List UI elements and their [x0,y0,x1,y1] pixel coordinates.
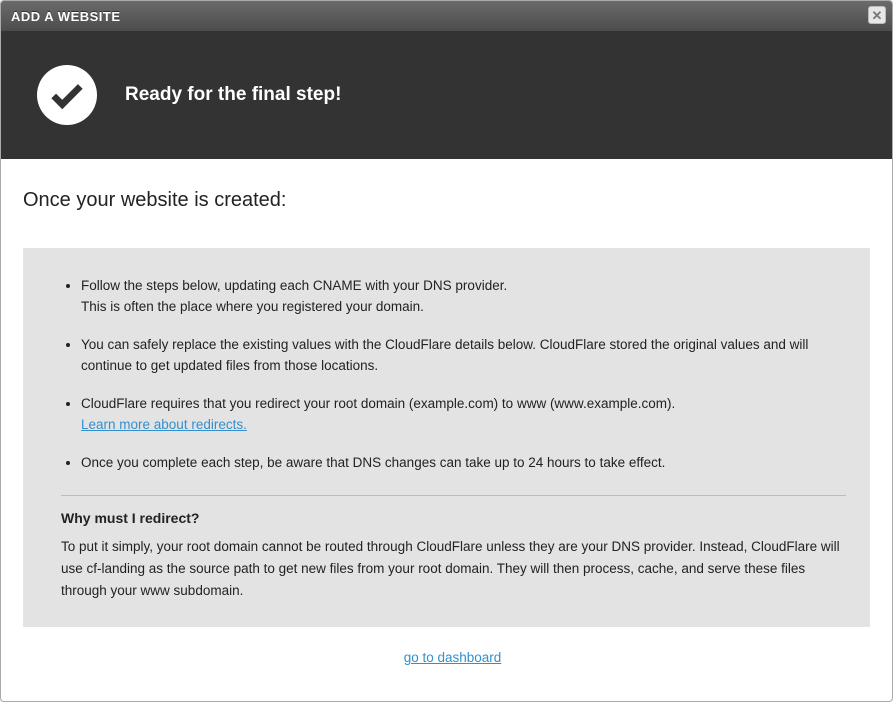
close-icon: ✕ [872,9,883,22]
list-item: Follow the steps below, updating each CN… [81,276,846,318]
hero-banner: Ready for the final step! [1,31,892,159]
instructions-box: Follow the steps below, updating each CN… [23,248,870,627]
instruction-text: You can safely replace the existing valu… [81,337,808,373]
instruction-text: CloudFlare requires that you redirect yo… [81,396,675,411]
list-item: You can safely replace the existing valu… [81,335,846,377]
list-item: CloudFlare requires that you redirect yo… [81,394,846,436]
page-heading: Once your website is created: [23,189,882,212]
go-to-dashboard-link[interactable]: go to dashboard [404,650,502,665]
content-area: Once your website is created: Follow the… [1,159,892,667]
footer: go to dashboard [23,627,882,667]
instructions-list: Follow the steps below, updating each CN… [47,276,846,473]
hero-title: Ready for the final step! [125,84,341,106]
add-website-modal: ADD A WEBSITE ✕ Ready for the final step… [0,0,893,702]
redirect-section: Why must I redirect? To put it simply, y… [61,495,846,601]
instruction-text: Follow the steps below, updating each CN… [81,278,507,293]
titlebar: ADD A WEBSITE ✕ [1,1,892,31]
learn-more-redirects-link[interactable]: Learn more about redirects. [81,417,247,432]
instruction-text: Once you complete each step, be aware th… [81,455,665,470]
instruction-text: This is often the place where you regist… [81,299,424,314]
redirect-body: To put it simply, your root domain canno… [61,536,846,601]
close-button[interactable]: ✕ [868,6,886,24]
list-item: Once you complete each step, be aware th… [81,453,846,474]
modal-title: ADD A WEBSITE [11,9,121,24]
redirect-heading: Why must I redirect? [61,510,846,526]
checkmark-icon [37,65,97,125]
